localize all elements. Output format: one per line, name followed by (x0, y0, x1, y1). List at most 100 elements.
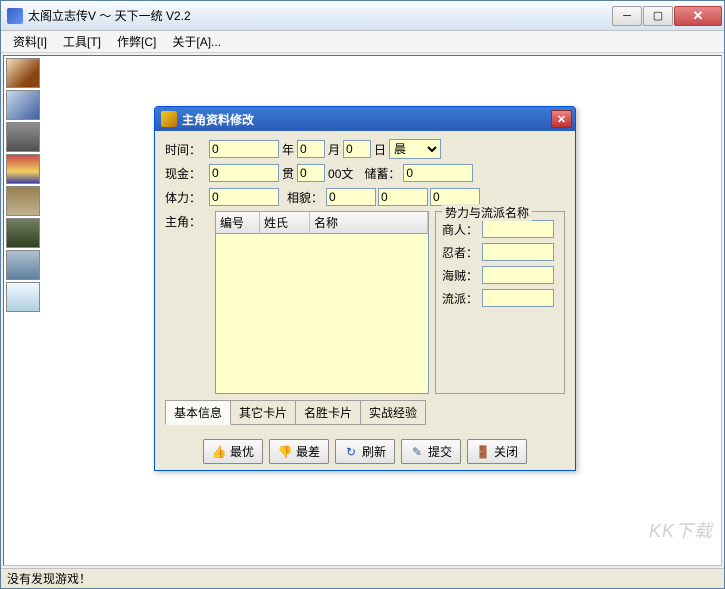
label-merchant: 商人： (442, 221, 482, 238)
label-time: 时间： (165, 141, 209, 158)
main-titlebar: 太阁立志传V ～ 天下一统 V2.2 ─ ▢ ✕ (1, 1, 724, 31)
menu-tools[interactable]: 工具[T] (55, 31, 109, 52)
statusbar: 没有发现游戏！ (1, 568, 724, 588)
dialog-title: 主角资料修改 (182, 111, 551, 128)
worst-button[interactable]: 👎 最差 (269, 439, 329, 464)
tab-basic[interactable]: 基本信息 (165, 400, 231, 425)
minimize-icon: ─ (623, 10, 631, 22)
sidebar-thumb-6[interactable] (6, 218, 40, 248)
hero-list: 编号 姓氏 名称 (215, 211, 429, 394)
window-controls: ─ ▢ ✕ (612, 6, 722, 26)
status-text: 没有发现游戏！ (7, 570, 91, 587)
input-merchant[interactable] (482, 220, 554, 238)
dialog-body: 时间： 年 月 日 晨 现金： 贯 (155, 131, 575, 470)
workspace: 主角资料修改 ✕ 时间： 年 月 日 晨 (3, 55, 722, 566)
maximize-button[interactable]: ▢ (643, 6, 673, 26)
list-body[interactable] (215, 234, 429, 394)
group-row-ninja: 忍者： (442, 243, 558, 261)
sidebar-thumb-4[interactable] (6, 154, 40, 184)
best-button[interactable]: 👍 最优 (203, 439, 263, 464)
label-cash: 现金： (165, 165, 209, 182)
best-label: 最优 (230, 443, 254, 460)
label-stamina: 体力： (165, 189, 209, 206)
minimize-button[interactable]: ─ (612, 6, 642, 26)
watermark: KK下载 (649, 517, 713, 543)
refresh-button[interactable]: ↻ 刷新 (335, 439, 395, 464)
group-legend: 势力与流派名称 (442, 204, 532, 221)
close-action-button[interactable]: 🚪 关闭 (467, 439, 527, 464)
faction-group: 势力与流派名称 商人： 忍者： 海贼： (435, 211, 565, 394)
tabs: 基本信息 其它卡片 名胜卡片 实战经验 (165, 400, 565, 425)
sidebar-thumb-1[interactable] (6, 58, 40, 88)
submit-button[interactable]: ✎ 提交 (401, 439, 461, 464)
label-wen: 00文 (328, 165, 353, 182)
tab-scenic-cards[interactable]: 名胜卡片 (295, 400, 361, 425)
label-save: 储蓄： (364, 165, 400, 182)
col-name[interactable]: 名称 (310, 212, 428, 233)
button-row: 👍 最优 👎 最差 ↻ 刷新 ✎ 提交 (165, 433, 565, 464)
dialog-icon (161, 111, 177, 127)
thumbs-up-icon: 👍 (212, 445, 226, 459)
refresh-label: 刷新 (362, 443, 386, 460)
dialog-titlebar: 主角资料修改 ✕ (155, 107, 575, 131)
label-guan: 贯 (282, 165, 294, 182)
label-day: 日 (374, 141, 386, 158)
sidebar-thumb-8[interactable] (6, 282, 40, 312)
input-stamina[interactable] (209, 188, 279, 206)
sidebar-thumb-5[interactable] (6, 186, 40, 216)
tab-other-cards[interactable]: 其它卡片 (230, 400, 296, 425)
dialog-close-button[interactable]: ✕ (551, 110, 572, 128)
label-ninja: 忍者： (442, 244, 482, 261)
label-hero: 主角： (165, 215, 201, 229)
label-look: 相貌： (287, 189, 323, 206)
door-icon: 🚪 (476, 445, 490, 459)
col-surname[interactable]: 姓氏 (260, 212, 310, 233)
menu-cheat[interactable]: 作弊[C] (109, 31, 164, 52)
tab-battle-exp[interactable]: 实战经验 (360, 400, 426, 425)
sidebar-thumb-2[interactable] (6, 90, 40, 120)
input-wen[interactable] (297, 164, 325, 182)
label-pirate: 海贼： (442, 267, 482, 284)
list-header: 编号 姓氏 名称 (215, 211, 429, 234)
label-month: 月 (328, 141, 340, 158)
close-icon: ✕ (693, 8, 704, 24)
refresh-icon: ↻ (344, 445, 358, 459)
sidebar-thumb-7[interactable] (6, 250, 40, 280)
app-icon (7, 8, 23, 24)
input-day[interactable] (343, 140, 371, 158)
input-cash[interactable] (209, 164, 279, 182)
main-window: 太阁立志传V ～ 天下一统 V2.2 ─ ▢ ✕ 资料[I] 工具[T] 作弊[… (0, 0, 725, 589)
input-year[interactable] (209, 140, 279, 158)
canvas: 主角资料修改 ✕ 时间： 年 月 日 晨 (44, 56, 721, 565)
label-school: 流派： (442, 290, 482, 307)
edit-dialog: 主角资料修改 ✕ 时间： 年 月 日 晨 (154, 106, 576, 471)
window-title: 太阁立志传V ～ 天下一统 V2.2 (28, 7, 612, 24)
submit-label: 提交 (428, 443, 452, 460)
row-cash: 现金： 贯 00文 储蓄： (165, 163, 565, 183)
input-look1[interactable] (326, 188, 376, 206)
submit-icon: ✎ (410, 445, 424, 459)
close-button[interactable]: ✕ (674, 6, 722, 26)
thumbs-down-icon: 👎 (278, 445, 292, 459)
input-ninja[interactable] (482, 243, 554, 261)
col-id[interactable]: 编号 (216, 212, 260, 233)
menubar: 资料[I] 工具[T] 作弊[C] 关于[A]... (1, 31, 724, 53)
row-time: 时间： 年 月 日 晨 (165, 139, 565, 159)
input-pirate[interactable] (482, 266, 554, 284)
maximize-icon: ▢ (653, 9, 663, 22)
dialog-close-icon: ✕ (557, 113, 566, 126)
menu-about[interactable]: 关于[A]... (164, 31, 229, 52)
label-year: 年 (282, 141, 294, 158)
mid-row: 主角： 编号 姓氏 名称 势力与流派名称 (165, 211, 565, 394)
select-period[interactable]: 晨 (389, 139, 441, 159)
group-row-pirate: 海贼： (442, 266, 558, 284)
input-month[interactable] (297, 140, 325, 158)
sidebar (4, 56, 44, 565)
input-save[interactable] (403, 164, 473, 182)
group-row-school: 流派： (442, 289, 558, 307)
group-row-merchant: 商人： (442, 220, 558, 238)
input-school[interactable] (482, 289, 554, 307)
input-look2[interactable] (378, 188, 428, 206)
sidebar-thumb-3[interactable] (6, 122, 40, 152)
menu-data[interactable]: 资料[I] (5, 31, 55, 52)
